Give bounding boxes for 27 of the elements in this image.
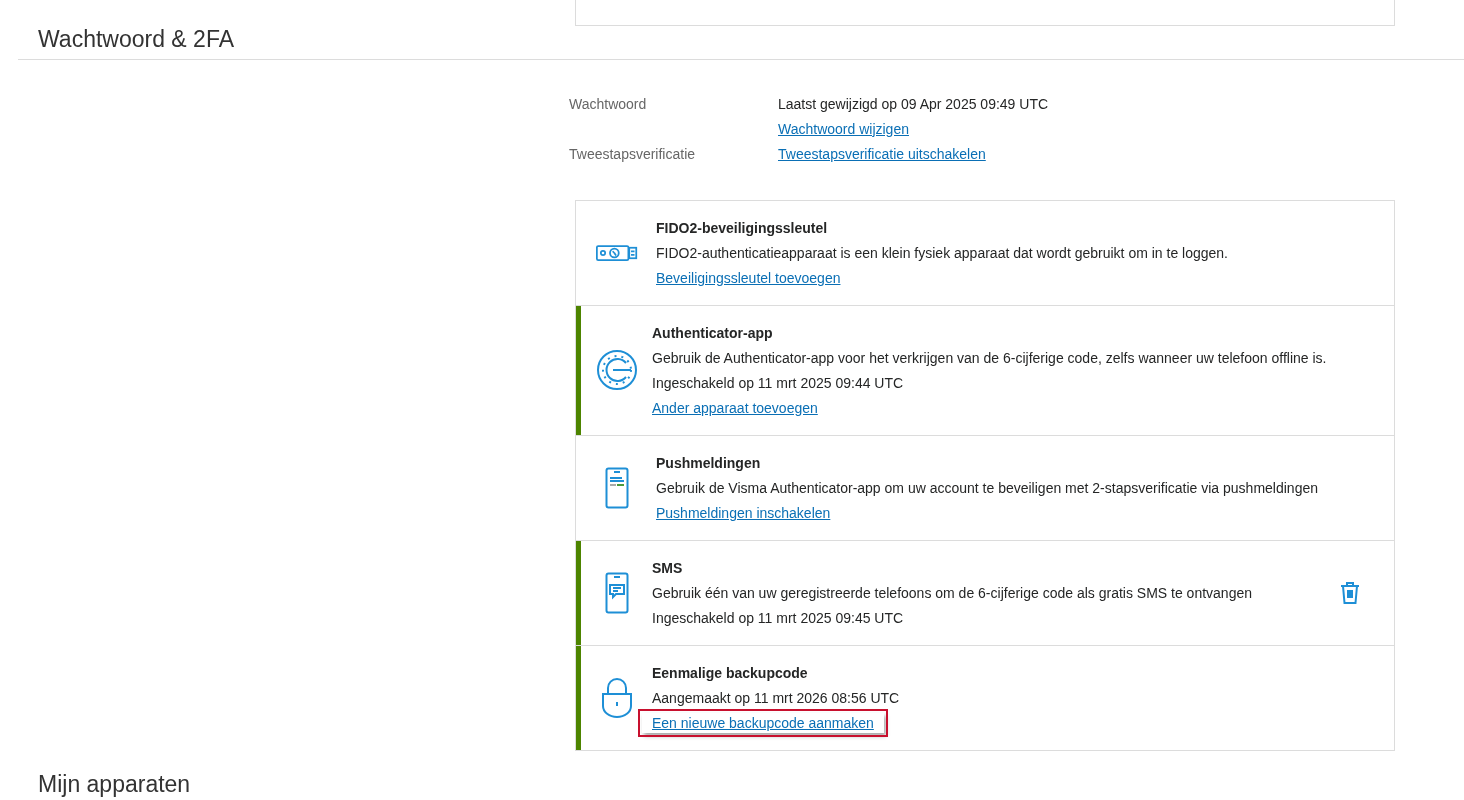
phone-message-icon — [605, 571, 629, 614]
link[interactable]: Beveiligingssleutel toevoegen — [656, 267, 841, 288]
method-title: FIDO2-beveiligingssleutel — [656, 218, 829, 238]
section-title: Wachtwoord & 2FA — [38, 25, 235, 54]
method-description: Gebruik de Authenticator-app voor het verkrijgen van de 6-cijferige code, zelfs wanneer uw telefoon offline is. — [652, 348, 1328, 368]
method-description: Gebruik de Visma Authenticator-app om uw account te beveiligen met 2-stapsverificatie via pushmeldingen — [656, 478, 1319, 498]
authenticator-icon — [596, 349, 638, 391]
field-value: Laatst gewijzigd op 09 Apr 2025 09:49 UTC — [778, 94, 1049, 114]
method-title: Authenticator-app — [652, 323, 774, 343]
method-title: SMS — [652, 558, 684, 578]
method-description: Gebruik één van uw geregistreerde telefoons om de 6-cijferige code als gratis SMS te ontvangen — [652, 583, 1253, 603]
section-title: Mijn apparaten — [38, 770, 191, 798]
phone-notification-icon — [605, 466, 629, 509]
method-title: Eenmalige backupcode — [652, 663, 809, 683]
link[interactable]: Pushmeldingen inschakelen — [656, 502, 831, 523]
field-label: Tweestapsverificatie — [569, 144, 697, 164]
method-status: Ingeschakeld op 11 mrt 2025 09:45 UTC — [652, 608, 905, 628]
method-status: Ingeschakeld op 11 mrt 2025 09:44 UTC — [652, 373, 905, 393]
method-title: Pushmeldingen — [656, 453, 762, 473]
link[interactable]: Tweestapsverificatie uitschakelen — [778, 143, 986, 164]
link[interactable]: Ander apparaat toevoegen — [652, 397, 818, 418]
trash-icon — [1340, 580, 1360, 605]
method-status: Aangemaakt op 11 mrt 2026 08:56 UTC — [652, 688, 901, 708]
padlock-icon — [601, 677, 633, 718]
field-label: Wachtwoord — [569, 94, 648, 114]
link[interactable]: Wachtwoord wijzigen — [778, 118, 909, 139]
method-description: FIDO2-authenticatieapparaat is een klein fysiek apparaat dat wordt gebruikt om in te loggen. — [656, 243, 1229, 263]
